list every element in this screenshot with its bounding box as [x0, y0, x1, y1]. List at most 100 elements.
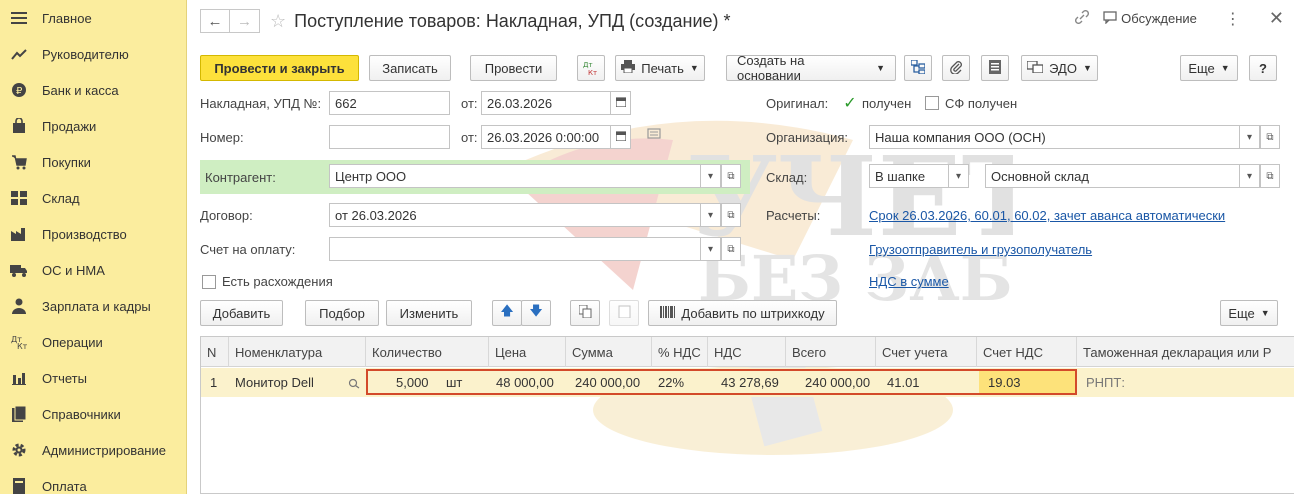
- edo-button[interactable]: ЭДО ▼: [1021, 55, 1098, 81]
- column-header-total[interactable]: Всего: [786, 337, 876, 367]
- sidebar-item-salary[interactable]: Зарплата и кадры: [0, 288, 186, 324]
- change-button[interactable]: Изменить: [386, 300, 472, 326]
- column-header-account[interactable]: Счет учета: [876, 337, 977, 367]
- calendar-button-2[interactable]: [611, 125, 631, 149]
- column-header-sum[interactable]: Сумма: [566, 337, 652, 367]
- comment-icon[interactable]: [647, 128, 661, 143]
- organization-open-button[interactable]: ⧉: [1260, 125, 1280, 149]
- date2-label: от:: [461, 130, 478, 145]
- structure-button[interactable]: [904, 55, 932, 81]
- discrepancies-checkbox[interactable]: [202, 275, 216, 289]
- column-header-vat[interactable]: НДС: [708, 337, 786, 367]
- column-header-n[interactable]: N: [201, 337, 229, 367]
- sidebar-item-main[interactable]: Главное: [0, 0, 186, 36]
- chevron-down-icon: ▾: [707, 209, 714, 221]
- back-button[interactable]: ←: [200, 9, 230, 33]
- kontragent-dropdown[interactable]: ▾: [701, 164, 721, 188]
- kontragent-input[interactable]: Центр ООО: [329, 164, 701, 188]
- sklad-input[interactable]: Основной склад: [985, 164, 1240, 188]
- datetime-input[interactable]: 26.03.2026 0:00:00: [481, 125, 611, 149]
- original-received-checkbox[interactable]: ✓: [843, 95, 857, 112]
- calendar-icon: [614, 130, 627, 144]
- attach-button[interactable]: [942, 55, 970, 81]
- sf-received-checkbox[interactable]: [925, 96, 939, 110]
- post-button[interactable]: Провести: [470, 55, 557, 81]
- sidebar-item-admin[interactable]: Администрирование: [0, 432, 186, 468]
- help-button[interactable]: ?: [1249, 55, 1277, 81]
- favorite-star-icon[interactable]: ☆: [270, 11, 286, 32]
- link-icon[interactable]: [1075, 9, 1090, 27]
- forward-button[interactable]: →: [230, 9, 260, 33]
- open-form-icon: ⧉: [1266, 170, 1274, 182]
- sidebar-item-operations[interactable]: Дт Кт Операции: [0, 324, 186, 360]
- column-header-price[interactable]: Цена: [489, 337, 566, 367]
- create-based-on-button[interactable]: Создать на основании ▼: [726, 53, 896, 83]
- copy-icon: [578, 304, 592, 321]
- add-row-button[interactable]: Добавить: [200, 300, 283, 326]
- pick-button[interactable]: Подбор: [305, 300, 379, 326]
- doc-number-input[interactable]: 662: [329, 91, 450, 115]
- sidebar-item-warehouse[interactable]: Склад: [0, 180, 186, 216]
- copy-row-button[interactable]: [570, 300, 600, 326]
- doc-date-input[interactable]: 26.03.2026: [481, 91, 611, 115]
- sidebar-item-payment[interactable]: Оплата: [0, 468, 186, 494]
- checkmark-icon: ✓: [843, 95, 857, 112]
- sklad-mode-select[interactable]: В шапке: [869, 164, 949, 188]
- dogovor-input[interactable]: от 26.03.2026: [329, 203, 701, 227]
- column-header-quantity[interactable]: Количество: [366, 337, 489, 367]
- svg-text:₽: ₽: [16, 86, 23, 97]
- dogovor-open-button[interactable]: ⧉: [721, 203, 741, 227]
- dt-kt-button[interactable]: Дт Кт: [577, 55, 605, 81]
- dogovor-dropdown[interactable]: ▾: [701, 203, 721, 227]
- column-header-customs[interactable]: Таможенная декларация или Р: [1077, 337, 1294, 367]
- sidebar-item-sales[interactable]: Продажи: [0, 108, 186, 144]
- schet-open-button[interactable]: ⧉: [721, 237, 741, 261]
- report-button[interactable]: [981, 55, 1009, 81]
- more-label: Еще: [1188, 60, 1215, 76]
- barcode-icon: [660, 305, 676, 321]
- schet-dropdown[interactable]: ▾: [701, 237, 721, 261]
- more-actions-button[interactable]: Еще ▼: [1180, 55, 1238, 81]
- sidebar-item-references[interactable]: Справочники: [0, 396, 186, 432]
- date-label: от:: [461, 96, 478, 111]
- raschety-label: Расчеты:: [766, 208, 821, 223]
- cell-customs[interactable]: РНПТ:: [1086, 368, 1125, 397]
- table-more-button[interactable]: Еще ▼: [1220, 300, 1278, 326]
- sidebar-item-reports[interactable]: Отчеты: [0, 360, 186, 396]
- sidebar-item-director[interactable]: Руководителю: [0, 36, 186, 72]
- number-input[interactable]: [329, 125, 450, 149]
- sklad-open-button[interactable]: ⧉: [1260, 164, 1280, 188]
- shipper-consignee-link[interactable]: Грузоотправитель и грузополучатель: [869, 242, 1092, 257]
- sidebar-item-production[interactable]: Производство: [0, 216, 186, 252]
- sidebar-item-bank[interactable]: ₽ Банк и касса: [0, 72, 186, 108]
- table-more-label: Еще: [1228, 305, 1255, 321]
- post-and-close-button[interactable]: Провести и закрыть: [200, 55, 359, 81]
- sidebar-item-fixed-assets[interactable]: ОС и НМА: [0, 252, 186, 288]
- vat-in-sum-link[interactable]: НДС в сумме: [869, 274, 949, 289]
- move-up-button[interactable]: 🡅: [492, 300, 522, 326]
- column-header-nomenclature[interactable]: Номенклатура: [229, 337, 366, 367]
- more-vertical-icon[interactable]: ⋮: [1225, 9, 1241, 29]
- sklad-mode-dropdown[interactable]: ▾: [949, 164, 969, 188]
- add-by-barcode-button[interactable]: Добавить по штрихкоду: [648, 300, 837, 326]
- organization-dropdown[interactable]: ▾: [1240, 125, 1260, 149]
- discussion-button[interactable]: Обсуждение: [1103, 10, 1197, 27]
- print-button[interactable]: Печать ▼: [615, 55, 705, 81]
- cell-nomenclature[interactable]: Монитор Dell: [235, 368, 314, 397]
- column-header-vat-account[interactable]: Счет НДС: [977, 337, 1077, 367]
- search-item-icon[interactable]: [348, 368, 362, 397]
- close-icon[interactable]: ✕: [1269, 8, 1284, 29]
- sidebar-item-label: Справочники: [42, 406, 121, 422]
- column-header-vat-rate[interactable]: % НДС: [652, 337, 708, 367]
- sidebar-item-label: Склад: [42, 190, 80, 206]
- sklad-dropdown[interactable]: ▾: [1240, 164, 1260, 188]
- save-button[interactable]: Записать: [369, 55, 451, 81]
- move-down-button[interactable]: 🡇: [521, 300, 551, 326]
- schet-input[interactable]: [329, 237, 701, 261]
- sidebar-item-purchases[interactable]: Покупки: [0, 144, 186, 180]
- kontragent-open-button[interactable]: ⧉: [721, 164, 741, 188]
- raschety-link[interactable]: Срок 26.03.2026, 60.01, 60.02, зачет ава…: [869, 208, 1225, 223]
- paste-row-button[interactable]: [609, 300, 639, 326]
- organization-input[interactable]: Наша компания ООО (ОСН): [869, 125, 1240, 149]
- calendar-button[interactable]: [611, 91, 631, 115]
